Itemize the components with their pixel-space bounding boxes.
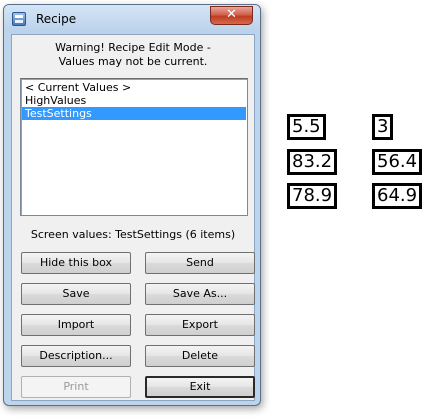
- list-item-highvalues[interactable]: HighValues: [22, 94, 246, 107]
- recipe-list[interactable]: < Current Values > HighValues TestSettin…: [20, 78, 248, 216]
- description-button[interactable]: Description...: [21, 345, 131, 367]
- value-box-right-1: 3: [372, 114, 394, 140]
- print-button[interactable]: Print: [21, 376, 131, 398]
- value-box-right-3: 64.9: [372, 183, 423, 209]
- export-button[interactable]: Export: [145, 314, 255, 336]
- warning-line-2: Values may not be current.: [58, 55, 208, 68]
- title-bar[interactable]: Recipe ✕: [4, 5, 260, 33]
- warning-line-1: Warning! Recipe Edit Mode -: [55, 41, 211, 54]
- import-button[interactable]: Import: [21, 314, 131, 336]
- list-item-testsettings[interactable]: TestSettings: [22, 107, 246, 120]
- exit-button[interactable]: Exit: [145, 376, 255, 398]
- hide-box-button[interactable]: Hide this box: [21, 252, 131, 274]
- value-box-left-1: 5.5: [287, 114, 326, 140]
- dialog-body: Warning! Recipe Edit Mode - Values may n…: [11, 34, 255, 401]
- value-box-left-2: 83.2: [287, 149, 338, 175]
- save-button[interactable]: Save: [21, 283, 131, 305]
- app-icon: [12, 12, 26, 26]
- value-box-left-3: 78.9: [287, 183, 338, 209]
- close-button[interactable]: ✕: [210, 6, 253, 25]
- list-item-current-values[interactable]: < Current Values >: [22, 81, 246, 94]
- value-box-right-2: 56.4: [372, 149, 423, 175]
- send-button[interactable]: Send: [145, 252, 255, 274]
- recipe-window: Recipe ✕ Warning! Recipe Edit Mode - Val…: [3, 4, 261, 406]
- delete-button[interactable]: Delete: [145, 345, 255, 367]
- save-as-button[interactable]: Save As...: [145, 283, 255, 305]
- screen-values-status: Screen values: TestSettings (6 items): [30, 228, 236, 241]
- window-title: Recipe: [36, 12, 77, 26]
- warning-message: Warning! Recipe Edit Mode - Values may n…: [12, 41, 254, 69]
